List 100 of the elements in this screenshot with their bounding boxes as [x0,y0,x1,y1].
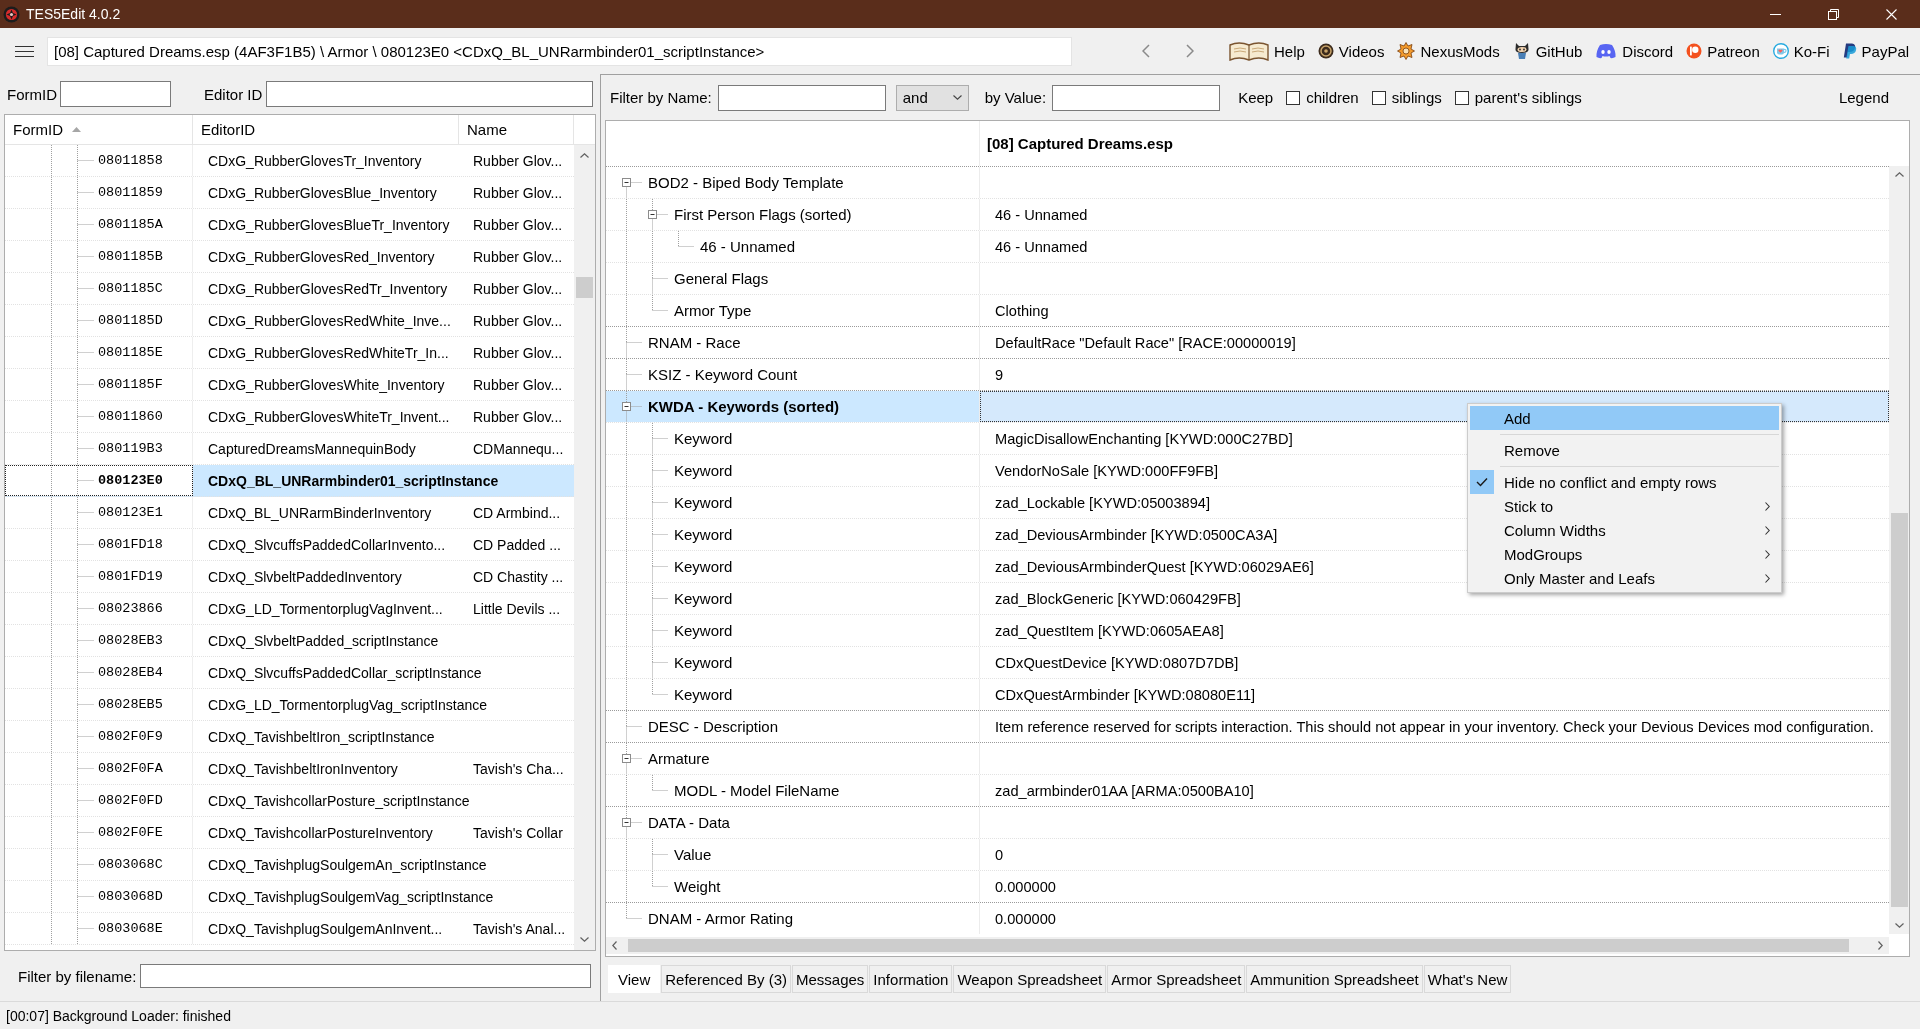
tree-row[interactable]: DESC - Description Item reference reserved for scripts interaction. This should not appear in your inventory. Check your Devious Devices mod configuration. [606,710,1889,742]
tree-row[interactable]: DATA - Data [606,806,1889,838]
tree-row[interactable]: DNAM - Armor Rating 0.000000 [606,902,1889,934]
tree-row[interactable]: KSIZ - Keyword Count 9 [606,358,1889,390]
toolbar-link[interactable]: Videos [1317,36,1385,66]
operator-dropdown[interactable]: and [895,84,969,111]
record-row[interactable]: 08011858 CDxG_RubberGlovesTr_Inventory Rubber Glov... [5,145,574,177]
tree-row[interactable]: Value 0 [606,838,1889,870]
checkbox-label[interactable]: siblings [1391,89,1442,106]
record-row[interactable]: 0801FD19 CDxQ_SlvbeltPaddedInventory CD Chastity ... [5,561,574,593]
tree-row[interactable]: RNAM - Race DefaultRace "Default Race" [RACE:00000019] [606,326,1889,358]
menu-item[interactable]: Add [1470,406,1779,430]
view-tab[interactable]: Armor Spreadsheet [1107,965,1246,993]
collapse-icon[interactable] [622,178,631,187]
chevron-left-icon[interactable] [612,941,617,950]
column-header[interactable]: EditorID [193,115,459,144]
record-row[interactable]: 0801185E CDxG_RubberGlovesRedWhiteTr_In... Rubber Glov... [5,337,574,369]
record-row[interactable]: 0801185A CDxG_RubberGlovesBlueTr_Inventory Rubber Glov... [5,209,574,241]
record-row[interactable]: 08028EB3 CDxQ_SlvbeltPadded_scriptInstance [5,625,574,657]
chevron-up-icon[interactable] [580,153,589,158]
record-row[interactable]: 08028EB4 CDxQ_SlvcuffsPaddedCollar_scriptInstance [5,657,574,689]
tree-row[interactable]: MODL - Model FileName zad_armbinder01AA [ARMA:0500BA10] [606,774,1889,806]
record-row[interactable]: 0801185B CDxG_RubberGlovesRed_Inventory Rubber Glov... [5,241,574,273]
record-row[interactable]: 0803068C CDxQ_TavishplugSoulgemAn_scriptInstance [5,849,574,881]
record-row[interactable]: 0802F0F9 CDxQ_TavishbeltIron_scriptInstance [5,721,574,753]
tree-row[interactable]: Keyword zad_QuestItem [KYWD:0605AEA8] [606,614,1889,646]
checkbox-label[interactable]: parent's siblings [1474,89,1582,106]
checkbox[interactable] [1454,90,1469,105]
menu-item[interactable]: Column Widths [1470,518,1779,542]
field-label: Keyword [673,622,733,639]
menu-item[interactable]: Stick to [1470,494,1779,518]
tree-row[interactable]: Armor Type Clothing [606,294,1889,326]
collapse-icon[interactable] [622,754,631,763]
chevron-up-icon[interactable] [1894,172,1904,177]
toolbar-link[interactable]: Patreon [1686,36,1760,66]
toolbar-link[interactable]: PayPal [1842,36,1910,66]
editor-id-text: CDxQ_TavishbeltIronInventory [207,759,399,779]
collapse-icon[interactable] [648,210,657,219]
record-row[interactable]: 080123E1 CDxQ_BL_UNRarmBinderInventory CD Armbind... [5,497,574,529]
record-row[interactable]: 080119B3 CapturedDreamsMannequinBody CDMannequ... [5,433,574,465]
editor-id-text: CDxQ_TavishcollarPostureInventory [207,823,434,843]
record-row[interactable]: 0801185D CDxG_RubberGlovesRedWhite_Inve... Rubber Glov... [5,305,574,337]
record-row[interactable]: 0802F0FA CDxQ_TavishbeltIronInventory Tavish's Cha... [5,753,574,785]
tree-row[interactable]: Keyword CDxQuestDevice [KYWD:0807D7DB] [606,646,1889,678]
chevron-down-icon[interactable] [1894,923,1904,928]
tree-row[interactable]: BOD2 - Biped Body Template [606,166,1889,198]
record-row[interactable]: 0803068D CDxQ_TavishplugSoulgemVag_scriptInstance [5,881,574,913]
record-row[interactable]: 0801185C CDxG_RubberGlovesRedTr_Inventory Rubber Glov... [5,273,574,305]
form-id-field[interactable] [60,81,171,107]
record-row[interactable]: 0801FD18 CDxQ_SlvcuffsPaddedCollarInvento... CD Padded ... [5,529,574,561]
checkbox-label[interactable]: children [1306,89,1359,106]
view-tab[interactable]: What's New [1423,965,1512,993]
scrollbar-thumb[interactable] [576,277,593,298]
tree-row[interactable]: Weight 0.000000 [606,870,1889,902]
collapse-icon[interactable] [622,818,631,827]
path-field[interactable]: [08] Captured Dreams.esp (4AF3F1B5) \ Armor \ 080123E0 <CDxQ_BL_UNRarmbinder01_scriptInstance> [47,36,1072,66]
chevron-down-icon[interactable] [580,937,589,942]
view-tab[interactable]: View [608,965,661,993]
filename-filter-field[interactable] [140,964,592,988]
tree-row[interactable]: Keyword CDxQuestArmbinder [KYWD:08080E11] [606,678,1889,710]
view-tab[interactable]: Referenced By (3) [661,965,791,993]
record-row[interactable]: 08028EB5 CDxG_LD_TormentorplugVag_scriptInstance [5,689,574,721]
toolbar-link[interactable]: GitHub [1512,36,1583,66]
tree-row[interactable]: First Person Flags (sorted) 46 - Unnamed [606,198,1889,230]
record-row[interactable]: 08011860 CDxG_RubberGlovesWhiteTr_Invent... Rubber Glov... [5,401,574,433]
record-row[interactable]: 080123E0 CDxQ_BL_UNRarmbinder01_scriptInstance [5,465,574,497]
view-tab[interactable]: Ammunition Spreadsheet [1246,965,1423,993]
view-tab[interactable]: Weapon Spreadsheet [953,965,1107,993]
toolbar-link[interactable]: Ko-Fi [1772,36,1830,66]
vertical-scrollbar[interactable] [574,145,595,950]
view-tab[interactable]: Information [869,965,953,993]
editor-id-field[interactable] [266,81,594,107]
view-tab[interactable]: Messages [792,965,869,993]
record-row[interactable]: 0802F0FE CDxQ_TavishcollarPostureInventory Tavish's Collar [5,817,574,849]
checkbox[interactable] [1371,90,1386,105]
column-header[interactable]: Name [459,115,574,144]
record-row[interactable]: 08023866 CDxG_LD_TormentorplugVagInvent... Little Devils ... [5,593,574,625]
vertical-scrollbar[interactable] [1889,166,1909,934]
checkbox[interactable] [1286,90,1301,105]
record-row[interactable]: 0803068E CDxQ_TavishplugSoulgemAnInvent... Tavish's Anal... [5,913,574,945]
tree-row[interactable]: General Flags [606,262,1889,294]
chevron-right-icon[interactable] [1878,941,1883,950]
record-row[interactable]: 08011859 CDxG_RubberGlovesBlue_Inventory Rubber Glov... [5,177,574,209]
scrollbar-thumb[interactable] [1890,513,1908,907]
toolbar-link[interactable]: NexusMods [1397,36,1500,66]
legend-button[interactable]: Legend [1838,89,1889,106]
column-header[interactable]: FormID [5,115,193,144]
record-row[interactable]: 0801185F CDxG_RubberGlovesWhite_Inventory Rubber Glov... [5,369,574,401]
field-value: VendorNoSale [KYWD:000FF9FB] [995,462,1219,479]
tree-row[interactable]: 46 - Unnamed 46 - Unnamed [606,230,1889,262]
collapse-icon[interactable] [622,402,631,411]
name-filter-field[interactable] [717,84,886,111]
horizontal-scrollbar[interactable] [606,937,1889,954]
tree-row[interactable]: Armature [606,742,1889,774]
toolbar-link[interactable]: Help [1229,36,1305,66]
record-row[interactable]: 0802F0FD CDxQ_TavishcollarPosture_scriptInstance [5,785,574,817]
scrollbar-thumb[interactable] [628,939,1849,952]
tree-lines [51,401,94,432]
toolbar-link[interactable]: Discord [1595,36,1674,66]
value-filter-field[interactable] [1052,84,1221,111]
